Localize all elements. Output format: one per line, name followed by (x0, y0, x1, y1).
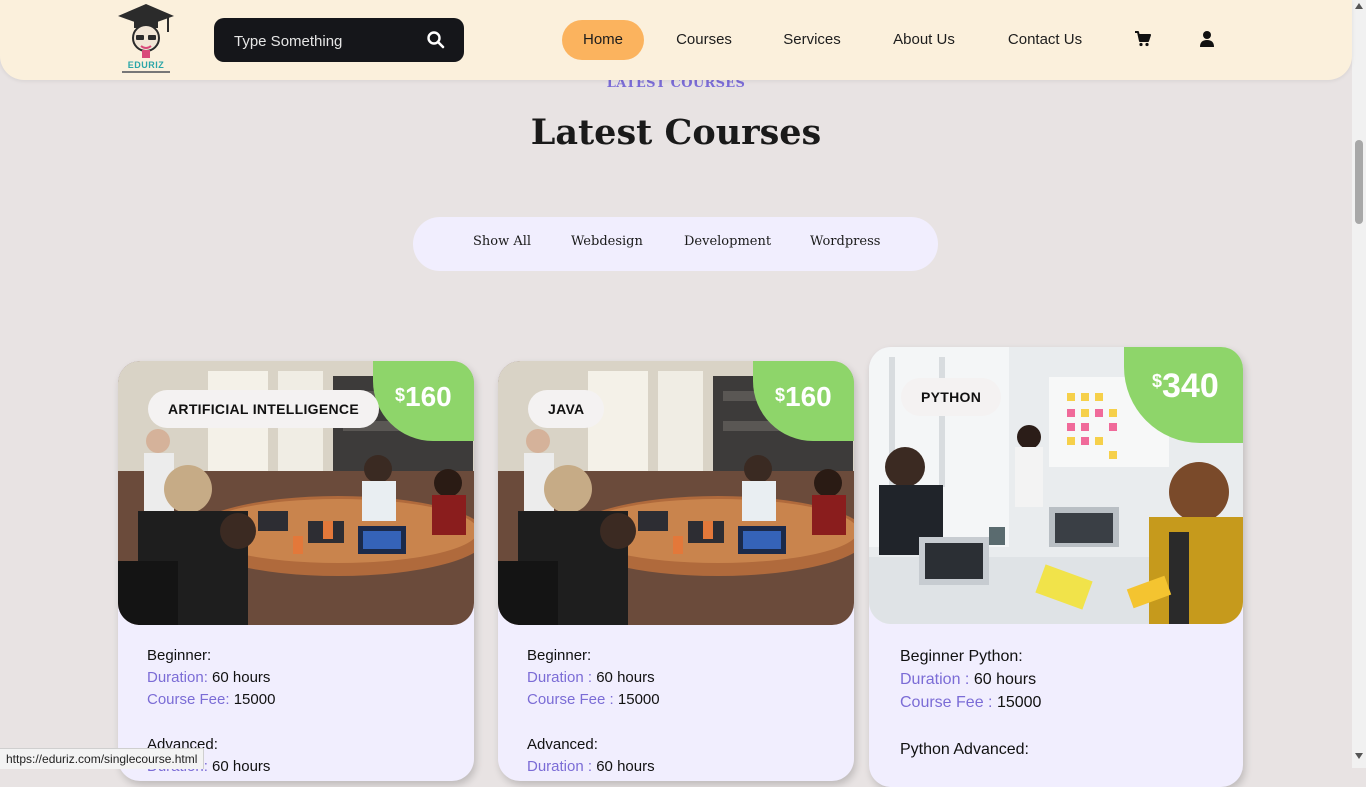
nav-courses[interactable]: Courses (664, 20, 744, 60)
course-tag: JAVA (528, 390, 605, 428)
scroll-down-arrow-icon[interactable] (1355, 752, 1363, 760)
nav-services[interactable]: Services (772, 20, 852, 60)
course-details: Beginner: Duration : 60 hours Course Fee… (527, 645, 660, 778)
price-value: 160 (785, 381, 832, 412)
cart-icon[interactable] (1134, 30, 1152, 48)
nav-home[interactable]: Home (562, 20, 644, 60)
course-details: Beginner Python: Duration : 60 hours Cou… (900, 645, 1041, 761)
course-card[interactable]: $160 JAVA Beginner: Duration : 60 hours … (498, 361, 854, 781)
fee-label: Course Fee: (147, 691, 230, 708)
section-title: Latest Courses (530, 112, 822, 153)
logo-tagline-line (122, 71, 170, 73)
logo-text: EDURIZ (127, 60, 165, 70)
fee-value: 15000 (996, 694, 1042, 711)
duration-value: 60 hours (596, 669, 655, 686)
fee-label: Course Fee : (900, 694, 993, 711)
duration-label: Duration : (527, 758, 593, 775)
level-label: Beginner Python: (900, 648, 1023, 665)
course-card[interactable]: $340 PYTHON Beginner Python: Duration : … (869, 347, 1243, 787)
fee-value: 15000 (233, 691, 276, 708)
level-label: Advanced: (527, 736, 598, 753)
filter-development[interactable]: Development (684, 234, 771, 249)
duration-value: 60 hours (212, 758, 271, 775)
duration-label: Duration: (147, 669, 208, 686)
scroll-thumb[interactable] (1355, 140, 1363, 224)
price-value: 340 (1162, 367, 1219, 405)
duration-label: Duration : (527, 669, 593, 686)
course-tag: PYTHON (901, 378, 1002, 416)
level-label: Beginner: (527, 647, 592, 664)
price-currency: $ (1152, 371, 1163, 391)
price-currency: $ (395, 385, 406, 405)
duration-value: 60 hours (212, 669, 271, 686)
site-header: EDURIZ Home Courses Services About Us Co… (0, 0, 1352, 80)
nav-about-us[interactable]: About Us (880, 20, 968, 60)
duration-value: 60 hours (973, 671, 1037, 688)
price-value: 160 (405, 381, 452, 412)
nav-contact-us[interactable]: Contact Us (996, 20, 1094, 60)
scroll-up-arrow-icon[interactable] (1355, 2, 1363, 10)
duration-label: Duration : (900, 671, 970, 688)
level-label: Beginner: (147, 647, 212, 664)
course-card[interactable]: $160 ARTIFICIAL INTELLIGENCE Beginner: D… (118, 361, 474, 781)
duration-value: 60 hours (596, 758, 655, 775)
filter-show-all[interactable]: Show All (473, 234, 531, 249)
link-status-url: https://eduriz.com/singlecourse.html (0, 748, 205, 769)
course-filter-bar: Show All Webdesign Development Wordpress (413, 217, 938, 271)
course-tag: ARTIFICIAL INTELLIGENCE (148, 390, 379, 428)
filter-webdesign[interactable]: Webdesign (571, 234, 643, 249)
fee-value: 15000 (617, 691, 660, 708)
filter-wordpress[interactable]: Wordpress (810, 234, 880, 249)
price-currency: $ (775, 385, 786, 405)
level-label: Python Advanced: (900, 741, 1029, 758)
fee-label: Course Fee : (527, 691, 614, 708)
user-icon[interactable] (1198, 30, 1216, 48)
page-scrollbar[interactable] (1352, 0, 1366, 768)
